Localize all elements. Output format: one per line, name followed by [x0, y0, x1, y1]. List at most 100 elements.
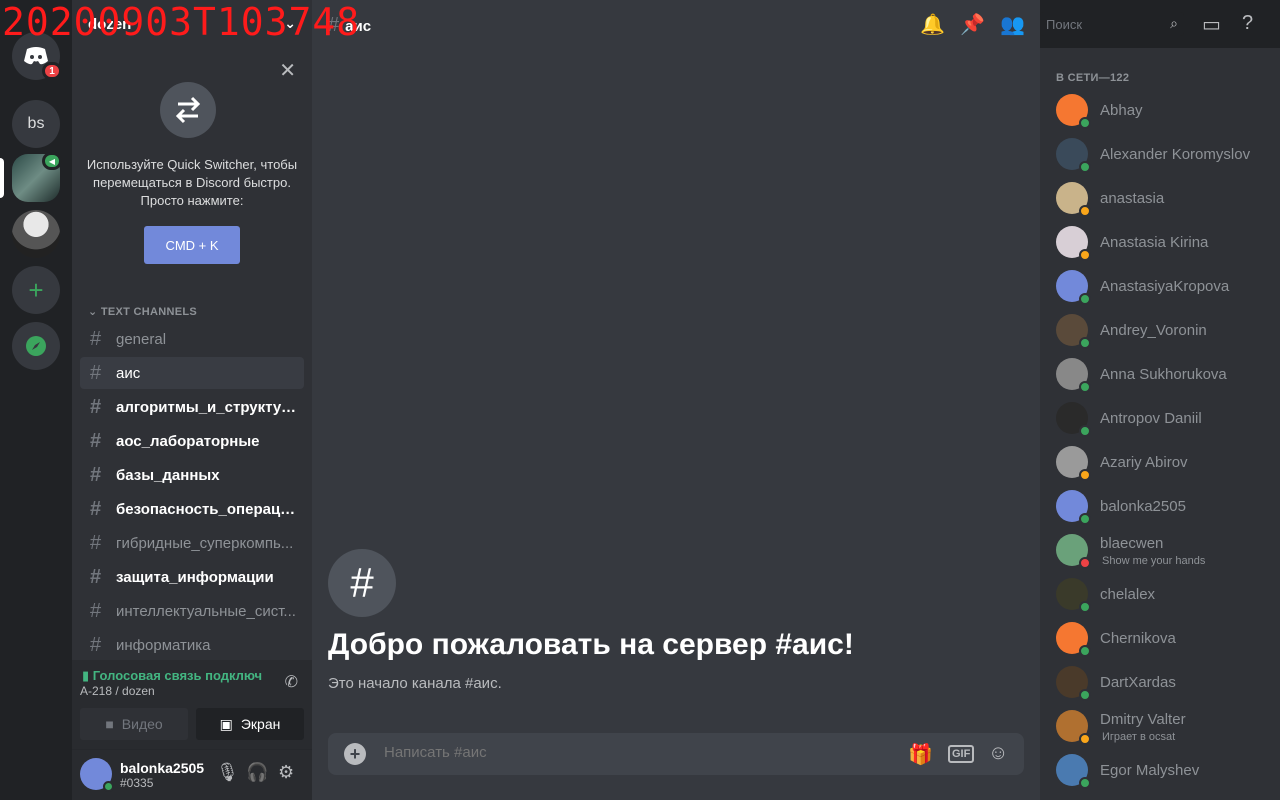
member-name: Antropov Daniil	[1100, 409, 1202, 427]
hash-icon: #	[90, 361, 102, 384]
avatar[interactable]	[80, 758, 114, 792]
member-activity: Show me your hands	[1102, 555, 1206, 567]
help-icon[interactable]: ?	[1242, 12, 1253, 35]
member-item[interactable]: anastasia	[1048, 176, 1272, 220]
pin-icon[interactable]: 📌	[960, 12, 985, 37]
hash-icon: #	[90, 531, 102, 554]
status-dot	[103, 781, 114, 792]
member-name: Dmitry Valter	[1100, 710, 1186, 728]
status-dot	[1079, 381, 1091, 393]
bell-icon[interactable]: 🔔	[920, 12, 945, 37]
members-icon[interactable]: 👥	[1000, 12, 1025, 37]
channel-label: защита_информации	[116, 568, 274, 586]
member-name: DartXardas	[1100, 673, 1176, 691]
status-dot	[1079, 469, 1091, 481]
search-placeholder: Поиск	[1046, 17, 1083, 32]
quick-switcher-text: Используйте Quick Switcher, чтобы переме…	[86, 157, 298, 208]
member-name: chelalex	[1100, 585, 1156, 603]
member-name: Chernikova	[1100, 629, 1176, 647]
avatar	[1056, 666, 1091, 701]
avatar	[1056, 578, 1091, 613]
gif-button[interactable]: GIF	[948, 745, 975, 763]
avatar	[1056, 754, 1091, 789]
member-item[interactable]: Anna Sukhorukova	[1048, 352, 1272, 396]
inbox-icon[interactable]: ▭	[1202, 12, 1221, 37]
channel-item[interactable]: # защита_информации	[80, 561, 304, 593]
member-item[interactable]: AnastasiyaKropova	[1048, 264, 1272, 308]
member-item[interactable]: balonka2505	[1048, 484, 1272, 528]
hash-icon: #	[90, 599, 102, 622]
channel-item[interactable]: # гибридные_суперкомпь...	[80, 527, 304, 559]
status-dot	[1079, 733, 1091, 745]
category-text-channels[interactable]: ⌄ TEXT CHANNELS	[88, 305, 197, 318]
search-icon: ⌕	[1170, 15, 1178, 31]
status-dot	[1079, 293, 1091, 305]
close-icon[interactable]: ✕	[279, 58, 296, 83]
channel-item[interactable]: # аос_лабораторные	[80, 425, 304, 457]
video-button[interactable]: ■ Видео	[80, 708, 188, 740]
video-label: Видео	[121, 716, 163, 732]
avatar	[1056, 490, 1091, 525]
quick-switcher-button[interactable]: CMD + K	[144, 226, 240, 264]
welcome-subtitle: Это начало канала #аис.	[328, 675, 502, 692]
avatar	[1056, 226, 1091, 261]
screen-share-button[interactable]: ▣ Экран	[196, 708, 304, 740]
member-item[interactable]: Chernikova	[1048, 616, 1272, 660]
message-input[interactable]	[384, 744, 884, 761]
channel-item[interactable]: # аис	[80, 357, 304, 389]
channel-label: алгоритмы_и_структур...	[116, 398, 296, 416]
member-item[interactable]: chelalex	[1048, 572, 1272, 616]
server-photo[interactable]	[12, 210, 60, 258]
member-item[interactable]: Azariy Abirov	[1048, 440, 1272, 484]
hash-icon: #	[90, 429, 102, 452]
search-input[interactable]: Поиск ⌕	[1040, 12, 1184, 36]
switch-arrows-icon	[160, 82, 216, 138]
upload-plus-icon[interactable]: +	[344, 743, 366, 765]
category-label: TEXT CHANNELS	[100, 306, 198, 318]
timestamp-overlay: 20200903T103748	[2, 0, 361, 44]
chat-area: # аис # Добро пожаловать на сервер #аис! …	[312, 0, 1040, 800]
avatar	[1056, 622, 1091, 657]
channel-item[interactable]: # интеллектуальные_сист...	[80, 595, 304, 627]
channel-item[interactable]: # general	[80, 323, 304, 355]
member-item[interactable]: Andrey_Voronin	[1048, 308, 1272, 352]
hash-icon: #	[90, 327, 102, 350]
member-name: Alexander Koromyslov	[1100, 145, 1251, 163]
voice-panel: ▮ Голосовая связь подключ A-218 / dozen …	[72, 660, 312, 750]
disconnect-icon[interactable]: ✆	[285, 672, 298, 692]
gift-icon[interactable]: 🎁	[908, 742, 933, 767]
video-icon: ■	[105, 716, 114, 732]
server-bs[interactable]: bs	[12, 100, 60, 148]
plus-icon: +	[28, 274, 44, 305]
status-dot	[1079, 689, 1091, 701]
member-name: anastasia	[1100, 189, 1165, 207]
emoji-icon[interactable]: ☺	[988, 742, 1008, 765]
avatar	[1056, 270, 1091, 305]
gear-icon[interactable]: ⚙	[278, 762, 294, 783]
add-server-button[interactable]: +	[12, 266, 60, 314]
status-dot	[1079, 601, 1091, 613]
hash-icon: #	[90, 633, 102, 656]
avatar	[1056, 182, 1091, 217]
member-item[interactable]: Alexander Koromyslov	[1048, 132, 1272, 176]
member-item[interactable]: Dmitry Valter Играет в ocsat	[1048, 704, 1272, 748]
status-dot	[1079, 337, 1091, 349]
status-dot	[1079, 161, 1091, 173]
server-rail: 1 bs ◀ +	[0, 0, 72, 800]
avatar	[1056, 358, 1091, 393]
member-item[interactable]: Antropov Daniil	[1048, 396, 1272, 440]
channel-item[interactable]: # алгоритмы_и_структур...	[80, 391, 304, 423]
username: balonka2505	[120, 760, 205, 776]
member-item[interactable]: Abhay	[1048, 88, 1272, 132]
headphones-icon[interactable]: 🎧	[246, 762, 268, 783]
member-item[interactable]: Egor Malyshev	[1048, 748, 1272, 792]
member-item[interactable]: Anastasia Kirina	[1048, 220, 1272, 264]
voice-connected-status[interactable]: ▮ Голосовая связь подключ	[82, 668, 262, 684]
channel-item[interactable]: # безопасность_операци...	[80, 493, 304, 525]
member-item[interactable]: blaecwen Show me your hands	[1048, 528, 1272, 572]
channel-item[interactable]: # информатика	[80, 629, 304, 661]
member-item[interactable]: DartXardas	[1048, 660, 1272, 704]
channel-item[interactable]: # базы_данных	[80, 459, 304, 491]
explore-servers-button[interactable]	[12, 322, 60, 370]
mute-icon[interactable]: 🎙	[216, 762, 239, 783]
